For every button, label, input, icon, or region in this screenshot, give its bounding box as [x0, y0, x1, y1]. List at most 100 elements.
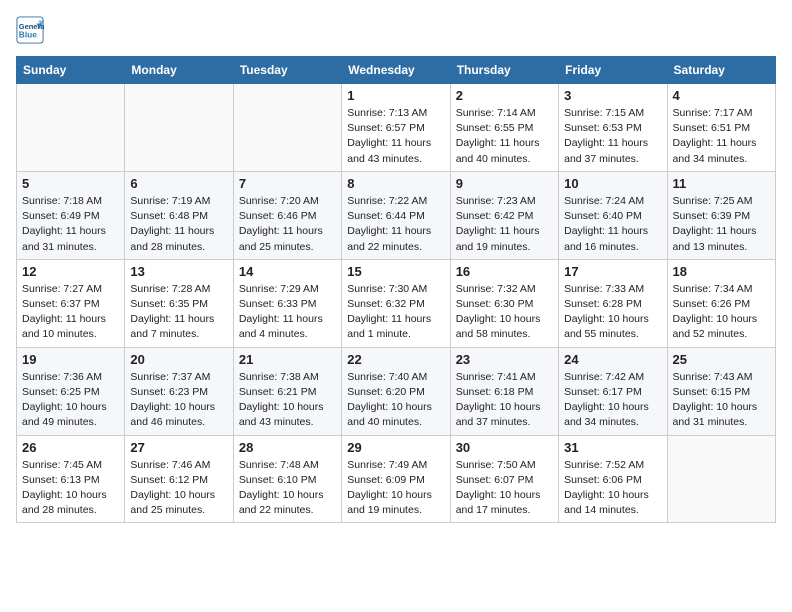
- day-number: 10: [564, 176, 661, 191]
- calendar-cell: 8 Sunrise: 7:22 AM Sunset: 6:44 PM Daylig…: [342, 171, 450, 259]
- day-info: Sunrise: 7:24 AM Sunset: 6:40 PM Dayligh…: [564, 194, 661, 255]
- day-number: 6: [130, 176, 227, 191]
- day-number: 11: [673, 176, 770, 191]
- day-number: 9: [456, 176, 553, 191]
- day-number: 29: [347, 440, 444, 455]
- day-info: Sunrise: 7:49 AM Sunset: 6:09 PM Dayligh…: [347, 458, 444, 519]
- calendar-cell: 2 Sunrise: 7:14 AM Sunset: 6:55 PM Daylig…: [450, 84, 558, 172]
- calendar-cell: 28Sunrise: 7:48 AM Sunset: 6:10 PM Dayli…: [233, 435, 341, 523]
- day-info: Sunrise: 7:40 AM Sunset: 6:20 PM Dayligh…: [347, 370, 444, 431]
- calendar-table: SundayMondayTuesdayWednesdayThursdayFrid…: [16, 56, 776, 523]
- day-info: Sunrise: 7:19 AM Sunset: 6:48 PM Dayligh…: [130, 194, 227, 255]
- day-number: 26: [22, 440, 119, 455]
- calendar-cell: 20 Sunrise: 7:37 AM Sunset: 6:23 PM Dayli…: [125, 347, 233, 435]
- day-number: 30: [456, 440, 553, 455]
- calendar-cell: 23 Sunrise: 7:41 AM Sunset: 6:18 PM Dayli…: [450, 347, 558, 435]
- calendar-cell: [125, 84, 233, 172]
- day-info: Sunrise: 7:34 AM Sunset: 6:26 PM Dayligh…: [673, 282, 770, 343]
- day-number: 24: [564, 352, 661, 367]
- day-number: 8: [347, 176, 444, 191]
- calendar-cell: [667, 435, 775, 523]
- svg-text:Blue: Blue: [19, 29, 37, 39]
- day-info: Sunrise: 7:46 AM Sunset: 6:12 PM Dayligh…: [130, 458, 227, 519]
- day-info: Sunrise: 7:17 AM Sunset: 6:51 PM Dayligh…: [673, 106, 770, 167]
- day-number: 14: [239, 264, 336, 279]
- weekday-header-tuesday: Tuesday: [233, 57, 341, 84]
- day-info: Sunrise: 7:25 AM Sunset: 6:39 PM Dayligh…: [673, 194, 770, 255]
- day-info: Sunrise: 7:28 AM Sunset: 6:35 PM Dayligh…: [130, 282, 227, 343]
- day-number: 16: [456, 264, 553, 279]
- day-info: Sunrise: 7:52 AM Sunset: 6:06 PM Dayligh…: [564, 458, 661, 519]
- logo: General Blue: [16, 16, 48, 44]
- calendar-cell: 30 Sunrise: 7:50 AM Sunset: 6:07 PM Dayli…: [450, 435, 558, 523]
- day-info: Sunrise: 7:36 AM Sunset: 6:25 PM Dayligh…: [22, 370, 119, 431]
- day-number: 13: [130, 264, 227, 279]
- calendar-cell: 27 Sunrise: 7:46 AM Sunset: 6:12 PM Dayli…: [125, 435, 233, 523]
- day-info: Sunrise: 7:29 AM Sunset: 6:33 PM Dayligh…: [239, 282, 336, 343]
- calendar-cell: 18 Sunrise: 7:34 AM Sunset: 6:26 PM Dayli…: [667, 259, 775, 347]
- day-number: 21: [239, 352, 336, 367]
- day-number: 5: [22, 176, 119, 191]
- day-info: Sunrise: 7:23 AM Sunset: 6:42 PM Dayligh…: [456, 194, 553, 255]
- calendar-cell: 17Sunrise: 7:33 AM Sunset: 6:28 PM Dayli…: [559, 259, 667, 347]
- calendar-cell: 21 Sunrise: 7:38 AM Sunset: 6:21 PM Dayli…: [233, 347, 341, 435]
- weekday-header-monday: Monday: [125, 57, 233, 84]
- day-info: Sunrise: 7:22 AM Sunset: 6:44 PM Dayligh…: [347, 194, 444, 255]
- calendar-cell: 24 Sunrise: 7:42 AM Sunset: 6:17 PM Dayli…: [559, 347, 667, 435]
- logo-icon: General Blue: [16, 16, 44, 44]
- calendar-cell: 11 Sunrise: 7:25 AM Sunset: 6:39 PM Dayli…: [667, 171, 775, 259]
- calendar-cell: 22 Sunrise: 7:40 AM Sunset: 6:20 PM Dayli…: [342, 347, 450, 435]
- day-info: Sunrise: 7:43 AM Sunset: 6:15 PM Dayligh…: [673, 370, 770, 431]
- day-info: Sunrise: 7:27 AM Sunset: 6:37 PM Dayligh…: [22, 282, 119, 343]
- calendar-cell: 15 Sunrise: 7:30 AM Sunset: 6:32 PM Dayli…: [342, 259, 450, 347]
- day-number: 15: [347, 264, 444, 279]
- calendar-cell: 19 Sunrise: 7:36 AM Sunset: 6:25 PM Dayli…: [17, 347, 125, 435]
- weekday-header-sunday: Sunday: [17, 57, 125, 84]
- calendar-cell: 7Sunrise: 7:20 AM Sunset: 6:46 PM Daylig…: [233, 171, 341, 259]
- day-number: 3: [564, 88, 661, 103]
- day-info: Sunrise: 7:38 AM Sunset: 6:21 PM Dayligh…: [239, 370, 336, 431]
- day-number: 27: [130, 440, 227, 455]
- calendar-cell: 13 Sunrise: 7:28 AM Sunset: 6:35 PM Dayli…: [125, 259, 233, 347]
- calendar-cell: 26Sunrise: 7:45 AM Sunset: 6:13 PM Dayli…: [17, 435, 125, 523]
- day-number: 23: [456, 352, 553, 367]
- day-number: 12: [22, 264, 119, 279]
- weekday-header-wednesday: Wednesday: [342, 57, 450, 84]
- day-info: Sunrise: 7:13 AM Sunset: 6:57 PM Dayligh…: [347, 106, 444, 167]
- calendar-cell: 16 Sunrise: 7:32 AM Sunset: 6:30 PM Dayli…: [450, 259, 558, 347]
- calendar-cell: 4 Sunrise: 7:17 AM Sunset: 6:51 PM Daylig…: [667, 84, 775, 172]
- day-number: 1: [347, 88, 444, 103]
- day-info: Sunrise: 7:41 AM Sunset: 6:18 PM Dayligh…: [456, 370, 553, 431]
- day-number: 20: [130, 352, 227, 367]
- day-info: Sunrise: 7:42 AM Sunset: 6:17 PM Dayligh…: [564, 370, 661, 431]
- day-number: 22: [347, 352, 444, 367]
- day-info: Sunrise: 7:14 AM Sunset: 6:55 PM Dayligh…: [456, 106, 553, 167]
- calendar-cell: [17, 84, 125, 172]
- calendar-cell: 31 Sunrise: 7:52 AM Sunset: 6:06 PM Dayli…: [559, 435, 667, 523]
- calendar-cell: 29 Sunrise: 7:49 AM Sunset: 6:09 PM Dayli…: [342, 435, 450, 523]
- day-number: 18: [673, 264, 770, 279]
- calendar-cell: 1 Sunrise: 7:13 AM Sunset: 6:57 PM Daylig…: [342, 84, 450, 172]
- calendar-cell: 3 Sunrise: 7:15 AM Sunset: 6:53 PM Daylig…: [559, 84, 667, 172]
- calendar-cell: 25 Sunrise: 7:43 AM Sunset: 6:15 PM Dayli…: [667, 347, 775, 435]
- day-info: Sunrise: 7:50 AM Sunset: 6:07 PM Dayligh…: [456, 458, 553, 519]
- day-number: 28: [239, 440, 336, 455]
- day-number: 7: [239, 176, 336, 191]
- day-number: 19: [22, 352, 119, 367]
- calendar-cell: 10 Sunrise: 7:24 AM Sunset: 6:40 PM Dayli…: [559, 171, 667, 259]
- weekday-header-thursday: Thursday: [450, 57, 558, 84]
- day-number: 2: [456, 88, 553, 103]
- day-info: Sunrise: 7:15 AM Sunset: 6:53 PM Dayligh…: [564, 106, 661, 167]
- weekday-header-friday: Friday: [559, 57, 667, 84]
- day-info: Sunrise: 7:18 AM Sunset: 6:49 PM Dayligh…: [22, 194, 119, 255]
- calendar-cell: 14 Sunrise: 7:29 AM Sunset: 6:33 PM Dayli…: [233, 259, 341, 347]
- day-number: 31: [564, 440, 661, 455]
- calendar-cell: 5 Sunrise: 7:18 AM Sunset: 6:49 PM Daylig…: [17, 171, 125, 259]
- day-number: 25: [673, 352, 770, 367]
- day-info: Sunrise: 7:37 AM Sunset: 6:23 PM Dayligh…: [130, 370, 227, 431]
- day-info: Sunrise: 7:30 AM Sunset: 6:32 PM Dayligh…: [347, 282, 444, 343]
- day-info: Sunrise: 7:32 AM Sunset: 6:30 PM Dayligh…: [456, 282, 553, 343]
- day-number: 4: [673, 88, 770, 103]
- calendar-cell: 12 Sunrise: 7:27 AM Sunset: 6:37 PM Dayli…: [17, 259, 125, 347]
- calendar-cell: 6 Sunrise: 7:19 AM Sunset: 6:48 PM Daylig…: [125, 171, 233, 259]
